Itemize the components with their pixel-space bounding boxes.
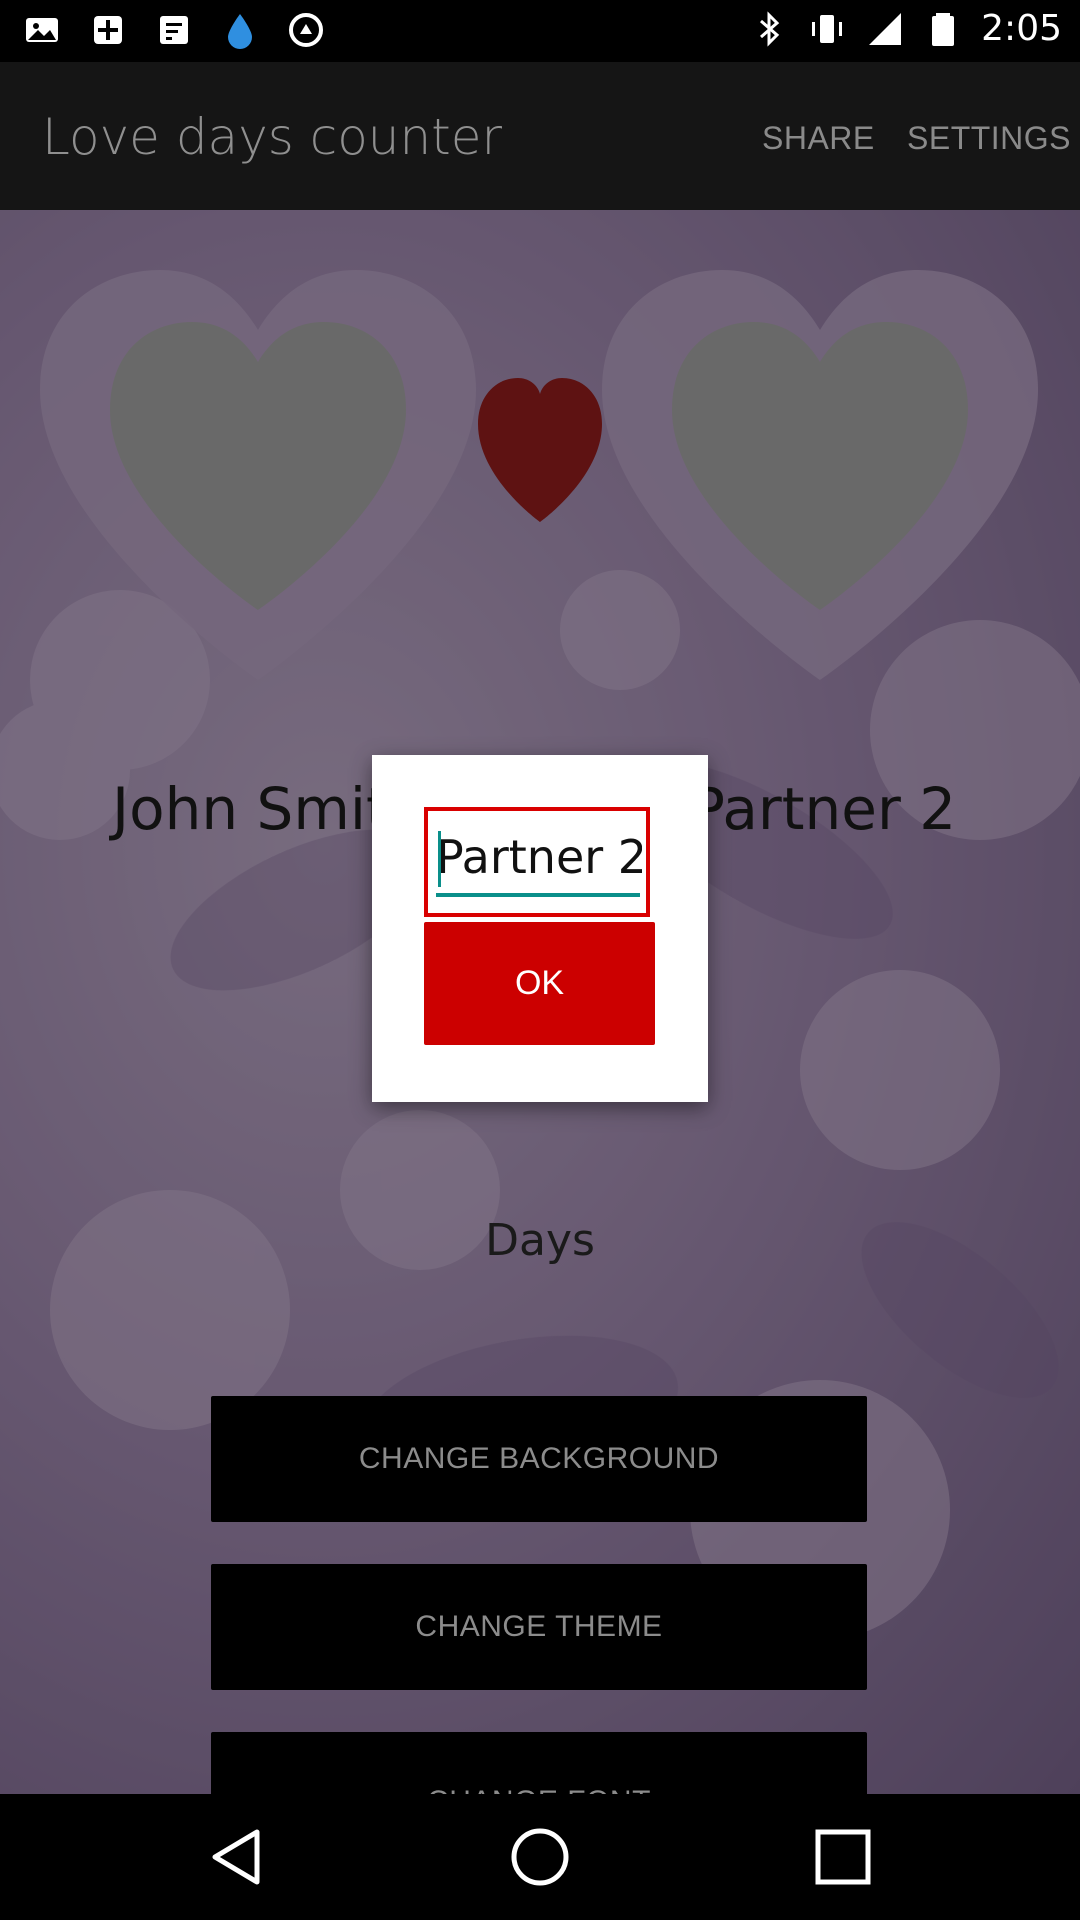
text-cursor xyxy=(438,831,441,887)
drop-icon xyxy=(228,14,252,49)
vibrate-icon xyxy=(812,14,843,43)
app-title: Love days counter xyxy=(42,108,503,166)
status-bar: 2:05 xyxy=(0,0,1080,62)
bluetooth-icon xyxy=(760,10,780,47)
app-bar: Love days counter SHARE SETTINGS xyxy=(0,62,1080,210)
change-background-button[interactable]: CHANGE BACKGROUND xyxy=(211,1396,867,1522)
status-right-icons: 2:05 xyxy=(749,8,1062,49)
ok-button[interactable]: OK xyxy=(424,922,655,1045)
data-icon xyxy=(289,13,323,47)
change-font-button[interactable]: CHANGE FONT xyxy=(211,1732,867,1794)
back-icon[interactable] xyxy=(205,1824,271,1890)
status-left-icons xyxy=(22,10,326,50)
navigation-bar xyxy=(0,1794,1080,1920)
dnd-icon xyxy=(94,16,122,44)
edit-name-dialog: OK xyxy=(372,755,708,1102)
recents-icon[interactable] xyxy=(810,1824,876,1890)
battery-icon xyxy=(932,12,955,46)
message-icon xyxy=(160,16,188,44)
share-button[interactable]: SHARE xyxy=(762,120,875,157)
change-theme-button[interactable]: CHANGE THEME xyxy=(211,1564,867,1690)
status-time: 2:05 xyxy=(981,8,1062,49)
days-label: Days xyxy=(485,1215,595,1266)
signal-icon xyxy=(869,12,902,45)
name-input-frame xyxy=(424,807,650,917)
partner2-name[interactable]: Partner 2 xyxy=(690,775,956,843)
partner-name-input[interactable] xyxy=(436,825,642,889)
gallery-icon xyxy=(26,18,58,42)
settings-button[interactable]: SETTINGS xyxy=(907,120,1071,157)
partner1-name[interactable]: John Smit xyxy=(112,775,389,843)
home-icon[interactable] xyxy=(507,1824,573,1890)
input-underline xyxy=(436,893,640,897)
